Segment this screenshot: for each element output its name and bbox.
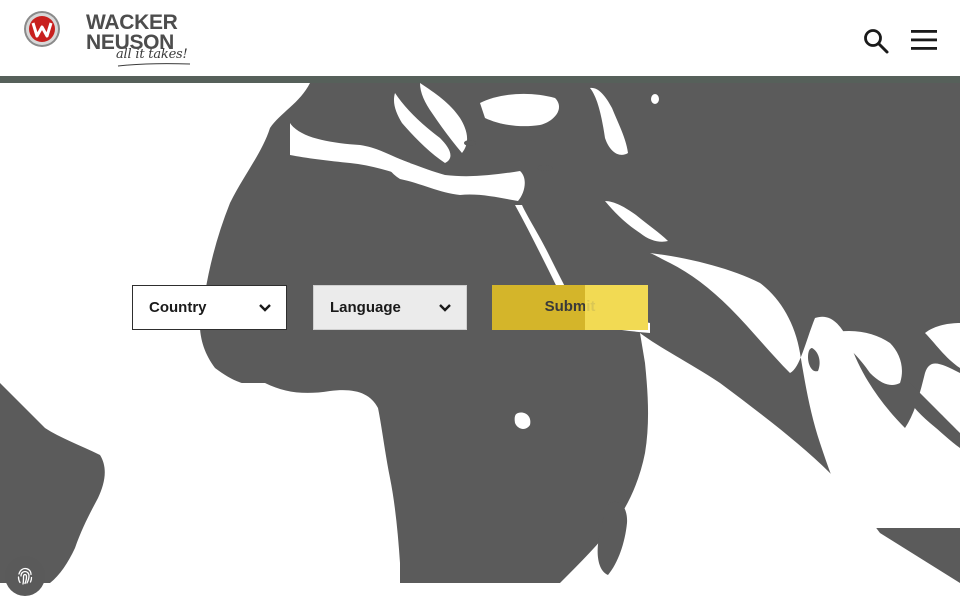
submit-button[interactable]: Submit	[492, 285, 648, 330]
brand-tagline: all it takes!	[116, 47, 188, 62]
wacker-neuson-logo-icon[interactable]	[23, 10, 61, 48]
brand-wordmark[interactable]: WACKER NEUSON all it takes!	[86, 11, 196, 69]
language-select-label: Language	[330, 299, 401, 316]
map-water-shapes	[0, 83, 960, 583]
tagline-swoosh-icon	[117, 63, 191, 67]
fingerprint-icon	[17, 567, 33, 585]
chevron-down-icon	[259, 304, 271, 312]
page: WACKER NEUSON all it takes! Country Lang…	[0, 0, 960, 600]
privacy-settings-button[interactable]	[5, 556, 45, 596]
language-select[interactable]: Language	[313, 285, 467, 330]
country-select-label: Country	[149, 299, 207, 316]
hamburger-menu-icon[interactable]	[910, 28, 938, 52]
search-icon[interactable]	[862, 27, 890, 55]
world-map	[0, 83, 960, 583]
country-select[interactable]: Country	[132, 285, 287, 330]
header-divider	[0, 76, 960, 83]
site-header: WACKER NEUSON all it takes!	[0, 0, 960, 76]
brand-line-1: WACKER	[86, 11, 178, 34]
footer-strip	[0, 583, 960, 600]
chevron-down-icon	[439, 304, 451, 312]
